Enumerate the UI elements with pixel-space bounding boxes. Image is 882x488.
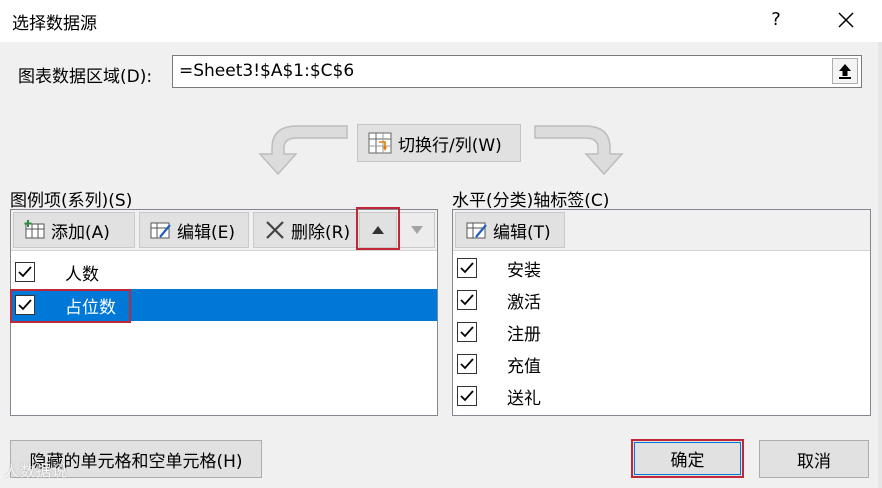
close-button[interactable] bbox=[833, 6, 859, 34]
cancel-button[interactable]: 取消 bbox=[759, 440, 869, 478]
check-icon bbox=[460, 326, 474, 338]
collapse-arrow-icon bbox=[839, 64, 851, 79]
add-series-label: 添加(A) bbox=[51, 222, 110, 243]
edit-table-icon bbox=[466, 222, 487, 239]
list-item[interactable]: 注册 bbox=[453, 316, 870, 348]
add-table-icon bbox=[24, 220, 45, 239]
category-checkbox[interactable] bbox=[457, 354, 477, 374]
category-label: 激活 bbox=[507, 292, 541, 313]
ok-button[interactable]: 确定 bbox=[631, 439, 744, 478]
category-label: 送礼 bbox=[507, 388, 541, 409]
delete-series-label: 删除(R) bbox=[291, 222, 351, 243]
ok-label: 确定 bbox=[670, 451, 705, 471]
series-checkbox[interactable] bbox=[15, 295, 35, 315]
legend-toolbar: 添加(A) 编辑(E) 删除(R) bbox=[11, 210, 437, 251]
move-up-button[interactable] bbox=[359, 212, 397, 248]
category-label: 安装 bbox=[507, 260, 541, 281]
list-item[interactable]: 人数 bbox=[11, 256, 437, 288]
series-label: 人数 bbox=[65, 264, 99, 285]
list-item[interactable]: 充值 bbox=[453, 348, 870, 380]
category-checkbox[interactable] bbox=[457, 386, 477, 406]
list-item[interactable]: 安装 bbox=[453, 252, 870, 284]
add-series-button[interactable]: 添加(A) bbox=[13, 212, 135, 248]
title-bar: 选择数据源 ? bbox=[0, 0, 882, 42]
list-item-selected[interactable]: 占位数 bbox=[11, 289, 437, 321]
check-icon bbox=[460, 390, 474, 402]
axis-toolbar: 编辑(T) bbox=[453, 210, 870, 251]
switch-row-column-label: 切换行/列(W) bbox=[398, 135, 502, 156]
category-checkbox[interactable] bbox=[457, 290, 477, 310]
edit-series-button[interactable]: 编辑(E) bbox=[139, 212, 249, 248]
curved-arrow-left-icon bbox=[258, 125, 348, 176]
switch-row-column-button[interactable]: 切换行/列(W) bbox=[357, 124, 521, 162]
list-item[interactable]: 激活 bbox=[453, 284, 870, 316]
delete-series-button[interactable]: 删除(R) bbox=[253, 212, 363, 248]
list-item[interactable]: 送礼 bbox=[453, 380, 870, 412]
axis-labels-label: 水平(分类)轴标签(C) bbox=[452, 191, 610, 211]
check-icon bbox=[460, 262, 474, 274]
select-data-source-dialog: 选择数据源 ? 图表数据区域(D): =Sheet3!$A$1:$C$6 切换行… bbox=[0, 0, 882, 488]
category-label: 充值 bbox=[507, 356, 541, 377]
series-label: 占位数 bbox=[65, 297, 116, 318]
check-icon bbox=[460, 294, 474, 306]
edit-axis-labels-label: 编辑(T) bbox=[493, 222, 551, 243]
edit-axis-labels-button[interactable]: 编辑(T) bbox=[455, 212, 565, 248]
arrow-down-icon bbox=[411, 226, 423, 234]
window-edge bbox=[878, 42, 882, 488]
category-checkbox[interactable] bbox=[457, 322, 477, 342]
help-button[interactable]: ? bbox=[763, 6, 789, 34]
watermark: 人数据说 bbox=[4, 462, 69, 480]
chart-data-range-value: =Sheet3!$A$1:$C$6 bbox=[179, 61, 355, 81]
check-icon bbox=[18, 266, 32, 278]
curved-arrow-right-icon bbox=[534, 125, 624, 176]
legend-entries-label: 图例项(系列)(S) bbox=[10, 191, 133, 211]
move-down-button[interactable] bbox=[399, 212, 435, 248]
delete-x-icon bbox=[266, 221, 284, 239]
chart-data-range-input[interactable]: =Sheet3!$A$1:$C$6 bbox=[172, 55, 862, 88]
dialog-title: 选择数据源 bbox=[12, 14, 97, 34]
series-checkbox[interactable] bbox=[15, 262, 35, 282]
legend-entries-panel: 添加(A) 编辑(E) 删除(R) 人数 占位数 bbox=[10, 207, 438, 416]
axis-labels-panel: 编辑(T) 安装 激活 注册 充值 送礼 bbox=[452, 209, 871, 416]
switch-row-column-icon bbox=[368, 132, 392, 154]
cancel-label: 取消 bbox=[797, 451, 831, 472]
range-collapse-button[interactable] bbox=[832, 58, 858, 84]
category-label: 注册 bbox=[507, 324, 541, 345]
close-icon bbox=[838, 12, 854, 28]
arrow-up-icon bbox=[372, 226, 384, 234]
edit-table-icon bbox=[150, 222, 171, 239]
check-icon bbox=[18, 299, 32, 311]
chart-data-range-label: 图表数据区域(D): bbox=[18, 67, 153, 87]
check-icon bbox=[460, 358, 474, 370]
category-checkbox[interactable] bbox=[457, 258, 477, 278]
edit-series-label: 编辑(E) bbox=[177, 222, 236, 243]
